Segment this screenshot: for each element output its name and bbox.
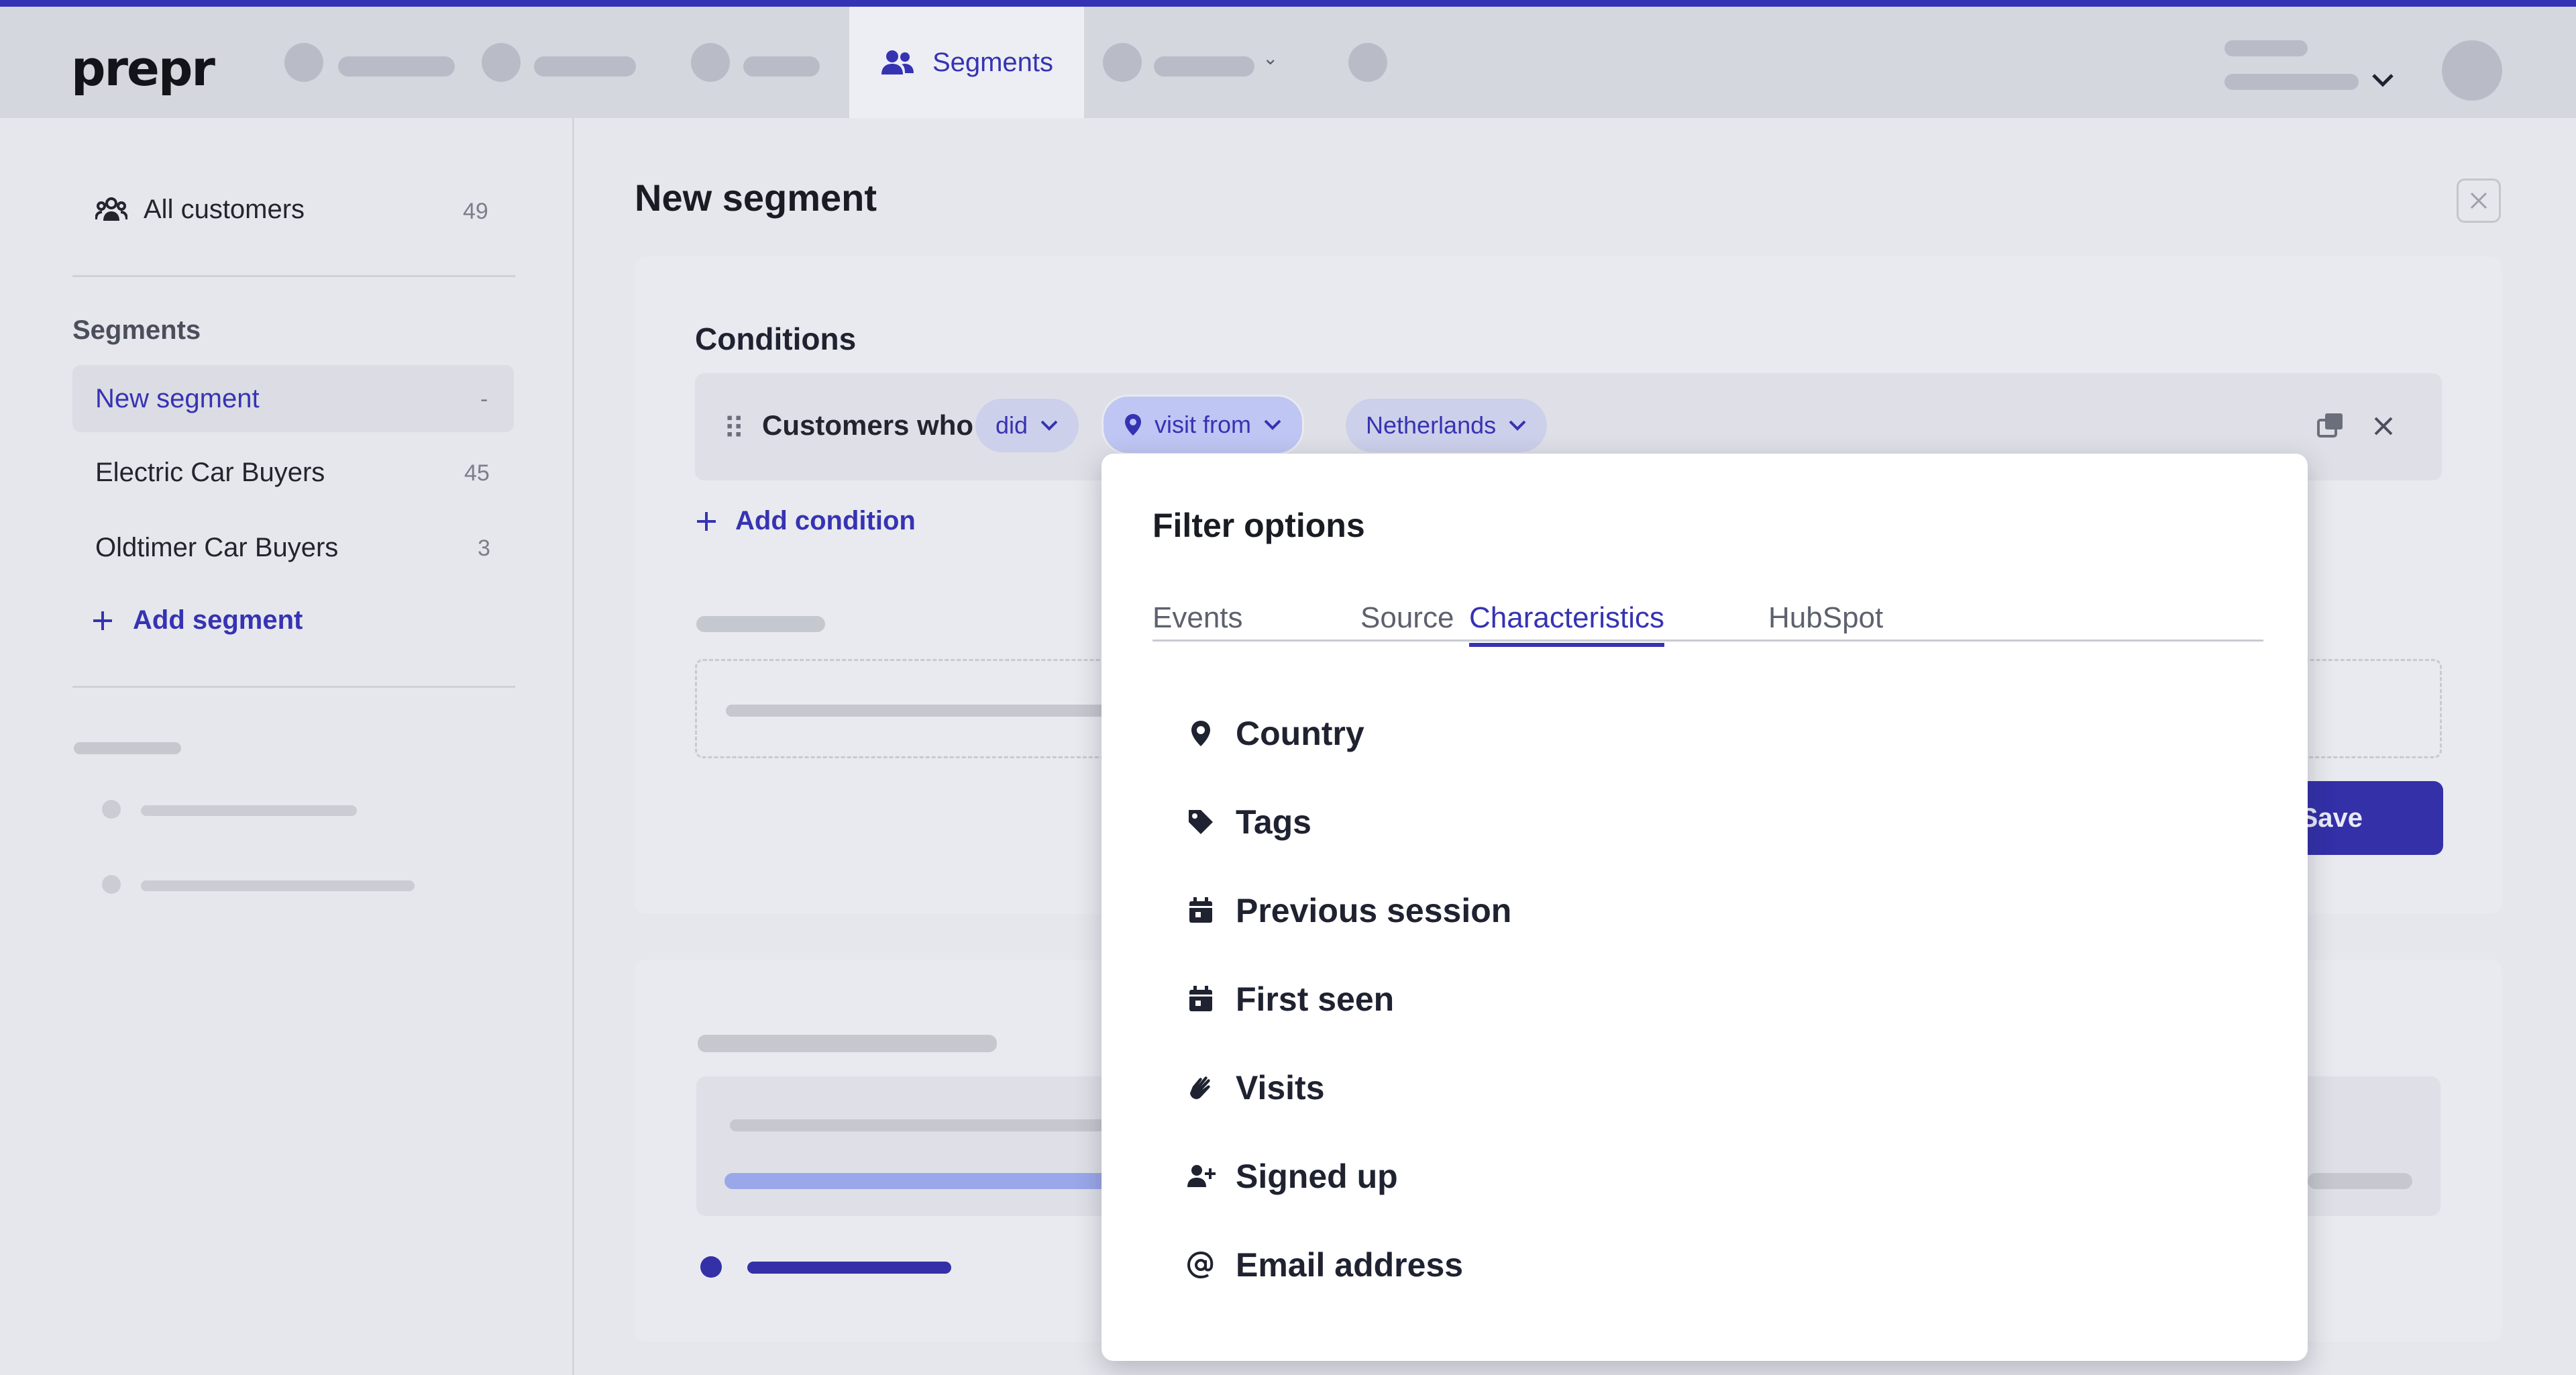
- chevron-down-icon: [1264, 419, 1281, 430]
- sidebar-item-oldtimer-car-buyers[interactable]: Oldtimer Car Buyers: [95, 533, 338, 563]
- nav-placeholder-icon: [482, 43, 521, 82]
- option-visits[interactable]: Visits: [1186, 1068, 1325, 1107]
- plus-icon: [93, 611, 112, 630]
- placeholder-legend-line: [747, 1262, 951, 1274]
- sidebar-item-count: 49: [463, 199, 488, 224]
- sidebar-item-label: All customers: [144, 195, 305, 224]
- sidebar-item-all-customers[interactable]: All customers: [95, 195, 305, 225]
- chevron-down-icon[interactable]: [2371, 72, 2395, 89]
- event-dropdown-label: visit from: [1155, 411, 1251, 438]
- nav-placeholder-icon: [1103, 43, 1142, 82]
- nav-placeholder-label: [338, 56, 455, 77]
- users-icon: [95, 197, 127, 221]
- duplicate-icon[interactable]: [2316, 412, 2345, 439]
- placeholder-heading: [698, 1035, 997, 1052]
- filter-tabs: Events Source Characteristics HubSpot: [1152, 601, 2263, 647]
- nav-placeholder-label: [1154, 56, 1254, 77]
- calendar-icon: [1189, 897, 1212, 923]
- legend-dot: [700, 1256, 722, 1278]
- calendar-icon: [1189, 986, 1212, 1011]
- option-signed-up[interactable]: Signed up: [1186, 1157, 1398, 1196]
- account-placeholder-line: [2224, 40, 2308, 56]
- nav-placeholder-icon: [1348, 43, 1387, 82]
- did-dropdown[interactable]: did: [975, 399, 1079, 452]
- add-segment-button[interactable]: Add segment: [91, 605, 303, 635]
- sidebar-item-count: 3: [478, 536, 490, 561]
- tag-icon: [1189, 810, 1213, 834]
- map-pin-icon: [1191, 721, 1210, 746]
- placeholder-line: [726, 705, 1115, 717]
- chevron-down-icon[interactable]: ⌄: [1263, 47, 1278, 69]
- nav-placeholder-icon: [691, 43, 730, 82]
- option-label: Email address: [1236, 1246, 1464, 1284]
- add-condition-button[interactable]: Add condition: [695, 506, 916, 536]
- add-segment-label: Add segment: [133, 605, 303, 635]
- sidebar-placeholder-heading: [74, 742, 181, 754]
- chevron-down-icon: [1040, 420, 1058, 431]
- sidebar-placeholder-line: [141, 880, 415, 891]
- did-dropdown-label: did: [996, 411, 1028, 439]
- popover-title: Filter options: [1152, 507, 1365, 544]
- close-icon: [2470, 192, 2487, 209]
- value-dropdown-label: Netherlands: [1366, 411, 1497, 439]
- option-email-address[interactable]: Email address: [1186, 1245, 1463, 1284]
- prepr-logo[interactable]: prepr: [71, 40, 215, 97]
- option-label: Signed up: [1236, 1158, 1398, 1195]
- add-condition-label: Add condition: [735, 506, 916, 536]
- sidebar-item-count: 45: [464, 460, 490, 486]
- placeholder-heading: [696, 616, 825, 632]
- close-button[interactable]: [2457, 179, 2501, 223]
- option-label: Visits: [1236, 1069, 1325, 1107]
- condition-prefix: Customers who: [762, 409, 974, 441]
- sidebar: All customers 49 Segments New segment - …: [0, 118, 574, 1375]
- tab-hubspot[interactable]: HubSpot: [1768, 601, 1883, 643]
- map-pin-icon: [1125, 414, 1141, 436]
- nav-tab-segments[interactable]: Segments: [849, 7, 1084, 118]
- event-dropdown[interactable]: visit from: [1102, 395, 1304, 455]
- sidebar-placeholder-dot: [102, 875, 121, 894]
- page-title: New segment: [635, 176, 877, 219]
- sidebar-item-electric-car-buyers[interactable]: Electric Car Buyers: [95, 458, 325, 488]
- filter-options-popover: Filter options Events Source Characteris…: [1102, 454, 2308, 1361]
- placeholder-line: [730, 1119, 1106, 1131]
- sidebar-item-count: -: [480, 387, 488, 412]
- sidebar-item-label: New segment: [95, 384, 260, 413]
- remove-condition-icon[interactable]: [2372, 415, 2395, 438]
- placeholder-progress: [724, 1173, 1114, 1189]
- nav-placeholder-label: [534, 56, 636, 77]
- nav-placeholder-label: [743, 56, 820, 77]
- option-label: Country: [1236, 715, 1364, 752]
- nav-placeholder-icon: [284, 43, 323, 82]
- hand-wave-icon: [1190, 1076, 1210, 1099]
- tab-characteristics[interactable]: Characteristics: [1469, 601, 1664, 647]
- drag-handle-icon[interactable]: ⠿: [723, 412, 745, 446]
- chevron-down-icon: [1509, 420, 1526, 431]
- user-plus-icon: [1187, 1165, 1216, 1187]
- conditions-title: Conditions: [695, 321, 857, 356]
- users-icon: [881, 50, 914, 74]
- option-country[interactable]: Country: [1186, 714, 1364, 753]
- top-accent-stripe: [0, 0, 2576, 7]
- sidebar-placeholder-line: [141, 805, 357, 816]
- option-label: Previous session: [1236, 892, 1512, 929]
- tab-events[interactable]: Events: [1152, 601, 1243, 643]
- sidebar-divider: [72, 686, 515, 688]
- placeholder-progress-track: [2308, 1173, 2412, 1189]
- value-dropdown[interactable]: Netherlands: [1346, 399, 1548, 452]
- top-navigation-bar: prepr ⌄: [0, 7, 2576, 118]
- account-placeholder-line: [2224, 74, 2359, 90]
- at-sign-icon: [1187, 1251, 1214, 1279]
- avatar[interactable]: [2442, 40, 2502, 101]
- sidebar-divider: [72, 275, 515, 277]
- sidebar-placeholder-dot: [102, 800, 121, 819]
- tab-source[interactable]: Source: [1360, 601, 1454, 643]
- option-first-seen[interactable]: First seen: [1186, 980, 1394, 1019]
- option-previous-session[interactable]: Previous session: [1186, 891, 1511, 930]
- option-tags[interactable]: Tags: [1186, 803, 1311, 842]
- option-label: Tags: [1236, 803, 1311, 841]
- nav-tab-segments-label: Segments: [932, 47, 1054, 77]
- option-label: First seen: [1236, 980, 1395, 1018]
- sidebar-section-heading: Segments: [72, 315, 201, 345]
- plus-icon: [697, 511, 716, 531]
